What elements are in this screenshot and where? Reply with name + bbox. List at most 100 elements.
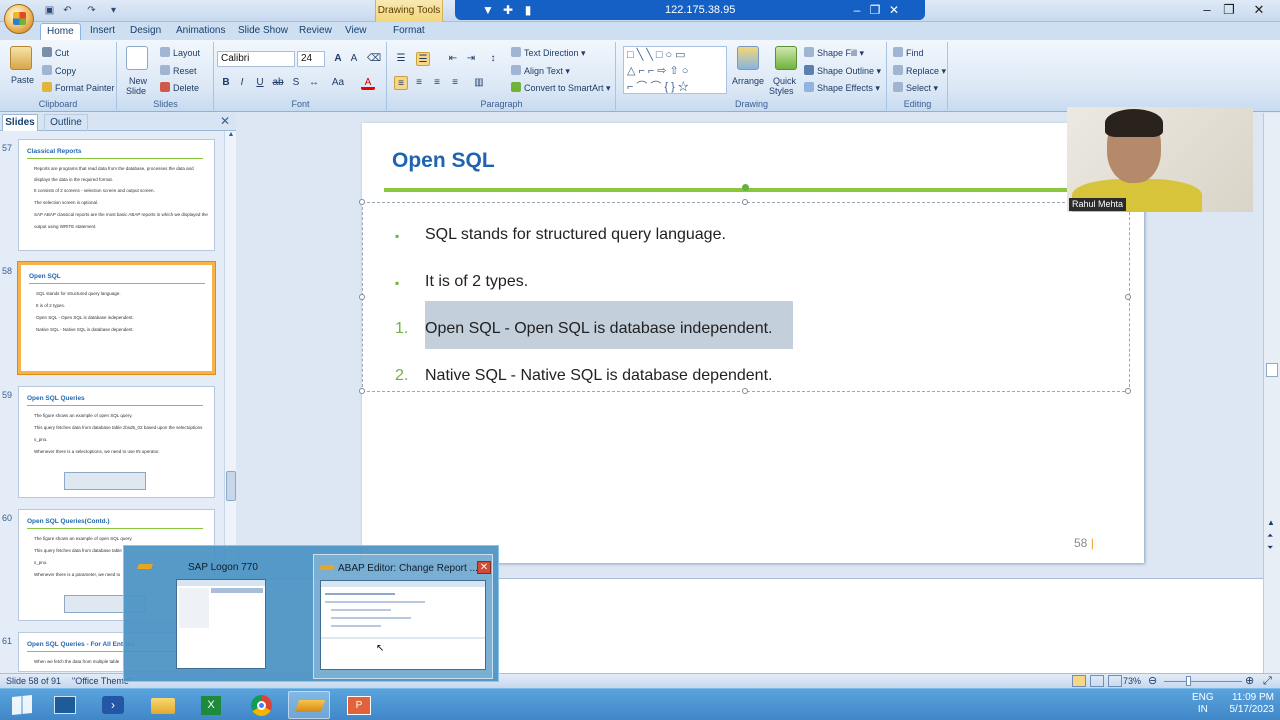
tab-review[interactable]: Review [293,23,338,40]
tab-slide-show[interactable]: Slide Show [232,23,294,40]
clock[interactable]: 11:09 PM 5/17/2023 [1222,692,1275,716]
slide-title[interactable]: Open SQL [392,149,495,173]
arrange-icon[interactable] [737,46,759,70]
columns-icon[interactable]: ▥ [472,76,486,90]
bullets-icon[interactable]: ☰ [394,52,408,66]
redo-icon[interactable]: ↷ [84,3,99,18]
shape-fill-button[interactable]: Shape Fill ▾ [804,47,864,59]
chrome-icon[interactable] [240,691,282,719]
layout-button[interactable]: Layout [160,47,200,58]
undo-icon[interactable]: ↶ [60,3,75,18]
new-slide-button[interactable]: New [129,76,147,86]
font-size-select[interactable]: 24 [297,51,325,67]
reset-button[interactable]: Reset [160,65,197,76]
app-restore-button[interactable]: ❐ [1218,1,1240,19]
start-button[interactable] [2,691,44,719]
tab-home[interactable]: Home [40,23,81,40]
restore-icon[interactable]: ❐ [868,3,882,17]
next-slide-icon[interactable]: ⏷ [1267,543,1273,553]
italic-icon[interactable]: I [235,76,249,90]
align-left-icon[interactable]: ≡ [394,76,408,90]
slideshow-icon[interactable] [1108,675,1122,687]
editor-scrollbar[interactable]: ▲ ⏶ ⏷ [1263,113,1280,673]
text-direction-button[interactable]: Text Direction ▾ [511,47,586,59]
fit-slide-icon[interactable]: ⤢ [1263,675,1272,688]
zoom-slider-thumb[interactable] [1186,676,1191,686]
minimize-icon[interactable]: – [850,3,864,17]
sap-logon-taskbar-button[interactable] [288,691,330,719]
server-manager-icon[interactable] [44,691,86,719]
powerpoint-taskbar-button[interactable]: P [338,691,380,719]
arrange-button[interactable]: Arrange [732,76,764,86]
zoom-out-icon[interactable]: ⊖ [1148,674,1157,687]
resize-handle[interactable] [1125,294,1131,300]
pin-icon[interactable]: ✚ [501,3,515,17]
quick-styles-icon[interactable] [775,46,797,70]
scroll-up-icon[interactable]: ▲ [226,131,236,141]
close-pane-icon[interactable]: ✕ [220,114,230,128]
preview-sap-logon[interactable]: SAP Logon 770 [132,554,312,679]
increase-indent-icon[interactable]: ⇥ [464,52,478,66]
save-icon[interactable]: ▣ [42,3,57,18]
decrease-indent-icon[interactable]: ⇤ [446,52,460,66]
resize-handle[interactable] [742,199,748,205]
app-minimize-button[interactable]: – [1196,1,1218,19]
bullet-text[interactable]: SQL stands for structured query language… [425,226,726,244]
excel-icon[interactable]: X [190,691,232,719]
content-textbox[interactable]: ▪ SQL stands for structured query langua… [359,199,1131,394]
resize-handle[interactable] [359,294,365,300]
tab-animations[interactable]: Animations [170,23,231,40]
customize-qat-icon[interactable]: ▾ [106,3,121,18]
select-button[interactable]: Select ▾ [893,82,938,94]
new-slide-icon[interactable] [126,46,148,70]
scroll-up-icon[interactable]: ▲ [1267,518,1275,527]
clear-format-icon[interactable]: ⌫ [367,52,381,66]
bullet-text[interactable]: It is of 2 types. [425,273,528,291]
delete-button[interactable]: Delete [160,82,199,93]
numbered-text[interactable]: Open SQL - Open SQL is database independ… [425,320,773,338]
numbered-text[interactable]: Native SQL - Native SQL is database depe… [425,367,772,385]
office-button[interactable] [4,4,34,34]
resize-handle[interactable] [1125,388,1131,394]
app-close-button[interactable]: ✕ [1248,1,1270,19]
find-button[interactable]: Find [893,47,924,58]
shape-effects-button[interactable]: Shape Effects ▾ [804,82,880,94]
shadow-icon[interactable]: S [289,76,303,90]
align-center-icon[interactable]: ≡ [412,76,426,90]
paste-icon[interactable] [10,46,32,70]
preview-close-button[interactable]: ✕ [477,561,491,574]
new-slide-label2[interactable]: Slide [126,86,146,96]
file-explorer-icon[interactable] [142,691,184,719]
powershell-icon[interactable]: › [92,691,134,719]
font-family-select[interactable]: Calibri [217,51,295,67]
line-spacing-icon[interactable]: ↕ [486,52,500,66]
resize-handle[interactable] [359,388,365,394]
tab-view[interactable]: View [339,23,373,40]
replace-button[interactable]: Replace ▾ [893,65,946,77]
close-icon[interactable]: ✕ [887,3,901,17]
resize-handle[interactable] [742,388,748,394]
slide-sorter-icon[interactable] [1090,675,1104,687]
chevron-down-icon[interactable]: ▼ [481,3,495,17]
scroll-thumb[interactable] [226,471,236,501]
zoom-level[interactable]: 73% [1123,676,1141,686]
align-text-button[interactable]: Align Text ▾ [511,65,570,77]
tab-design[interactable]: Design [124,23,167,40]
format-painter-button[interactable]: Format Painter [42,82,115,93]
prev-slide-icon[interactable]: ⏶ [1267,531,1273,541]
quick-styles-label2[interactable]: Styles [769,86,794,96]
slide-thumb-58[interactable]: Open SQL SQL stands for structured query… [18,262,215,374]
underline-icon[interactable]: U [253,76,267,90]
shape-outline-button[interactable]: Shape Outline ▾ [804,65,881,77]
grow-font-icon[interactable]: A [331,52,345,66]
paste-button[interactable]: Paste [11,75,34,85]
slide-thumb-57[interactable]: Classical Reports Reports are programs t… [18,139,215,251]
bold-icon[interactable]: B [219,76,233,90]
char-spacing-icon[interactable]: ↔ [307,76,321,90]
normal-view-icon[interactable] [1072,675,1086,687]
shrink-font-icon[interactable]: A [347,52,361,66]
cut-button[interactable]: Cut [42,47,69,58]
rotation-handle[interactable] [742,184,749,191]
quick-styles-button[interactable]: Quick [773,76,796,86]
slide-thumb-59[interactable]: Open SQL Queries The figure shows an exa… [18,386,215,498]
